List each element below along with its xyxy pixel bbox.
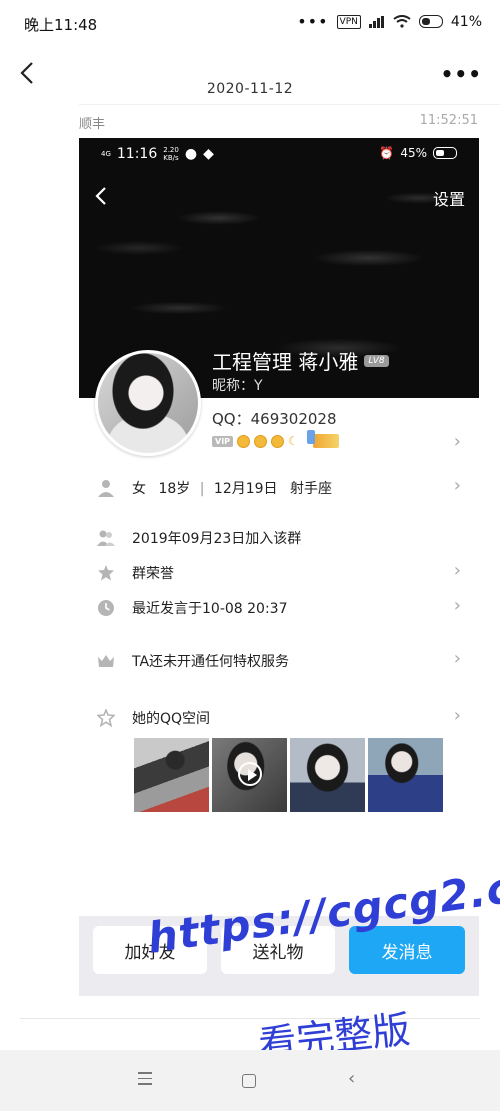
profile-name-row: 工程管理 蒋小雅 LV8 [212,346,389,375]
qzone-label: 她的QQ空间 [132,711,211,727]
message-sender: 顺丰 [79,117,106,132]
wifi-icon [393,15,411,28]
privilege-text: TA还未开通任何特权服务 [132,654,290,670]
privilege-badge-icon [306,430,339,448]
chevron-right-icon: › [453,560,461,581]
group-honor-row[interactable]: 群荣誉 › [79,560,479,588]
privilege-row[interactable]: TA还未开通任何特权服务 › [79,648,479,676]
gender: 女 [132,481,146,497]
chevron-right-icon: › [453,648,461,669]
divider [79,104,500,105]
inner-battery-percent: 45% [400,146,427,160]
recent-apps-icon[interactable] [138,1072,152,1086]
signal-icon [368,15,384,28]
join-date: 2019年09月23日加入该群 [132,531,302,547]
basic-info-row[interactable]: 女 18岁 | 12月19日 射手座 › [79,475,479,503]
vpn-icon: VPN [336,14,361,29]
qzone-photos [134,738,443,812]
level-badge: LV8 [364,354,389,367]
zodiac: 射手座 [290,481,332,497]
profile-name: 工程管理 蒋小雅 [212,350,359,374]
group-honor: 群荣誉 [132,566,174,582]
clock-icon [98,600,114,616]
inner-net-speed: 2.20 KB/s [163,146,179,162]
last-message: 最近发言于10-08 20:37 [132,601,288,617]
battery-percent: 41% [450,13,482,30]
inner-status-bar: 4G 11:16 2.20 KB/s ● ◆ ⏰ 45% [79,138,479,172]
more-notifications-icon: ••• [297,12,329,31]
age: 18岁 [158,481,191,497]
system-nav-bar: ‹ [0,1050,500,1111]
inner-time: 11:16 [116,146,158,162]
inner-battery-icon [433,147,457,159]
qq-penguin-icon: ◆ [203,146,214,162]
play-icon [238,762,262,786]
badges-row[interactable]: VIP ☾ [212,430,339,448]
vip-badge: VIP [212,435,234,447]
inner-signal-icon: 4G [101,149,111,158]
sun-level-icon [254,434,268,448]
message-time: 11:52:51 [419,113,478,128]
badges-chevron-icon[interactable]: › [454,431,461,452]
avatar[interactable] [95,350,201,456]
profile-back-icon[interactable] [91,184,113,208]
moon-level-icon: ☾ [288,434,299,448]
last-message-row[interactable]: 最近发言于10-08 20:37 › [79,595,479,623]
header-date: 2020-11-12 [206,81,294,97]
shared-screenshot[interactable]: 4G 11:16 2.20 KB/s ● ◆ ⏰ 45% 设置 工程管理 蒋小雅… [79,138,479,996]
settings-button[interactable]: 设置 [433,186,465,210]
birthday: 12月19日 [213,481,278,497]
join-date-row: 2019年09月23日加入该群 [79,525,479,553]
divider [20,1018,480,1019]
qzone-star-icon [97,709,115,727]
home-icon[interactable] [242,1074,256,1088]
qzone-video[interactable] [212,738,287,812]
battery-icon [418,15,443,28]
person-icon [98,480,114,497]
group-members-icon [97,530,115,546]
sun-level-icon [271,434,285,448]
nav-back-icon[interactable]: ‹ [348,1068,355,1089]
chat-header: 2020-11-12 ••• [0,50,500,102]
profile-nickname: 昵称：Y [212,378,263,394]
chevron-right-icon: › [453,595,461,616]
qzone-photo[interactable] [134,738,209,812]
chevron-right-icon: › [453,705,461,726]
status-time: 晚上11:48 [24,16,98,34]
qzone-row[interactable]: 她的QQ空间 › [79,705,479,733]
crown-icon [98,655,114,667]
alarm-icon: ⏰ [379,146,395,160]
chevron-right-icon: › [453,475,461,496]
sun-level-icon [237,434,251,448]
qq-number: QQ：469302028 [212,410,337,428]
wechat-icon: ● [184,146,198,162]
honor-star-icon [98,565,114,581]
status-bar: 晚上11:48 ••• VPN 41% [0,0,500,46]
qzone-photo[interactable] [368,738,443,812]
qzone-photo[interactable] [290,738,365,812]
status-icons: ••• VPN 41% [297,12,482,31]
send-message-button[interactable]: 发消息 [349,926,465,974]
more-options-icon[interactable]: ••• [441,62,482,86]
